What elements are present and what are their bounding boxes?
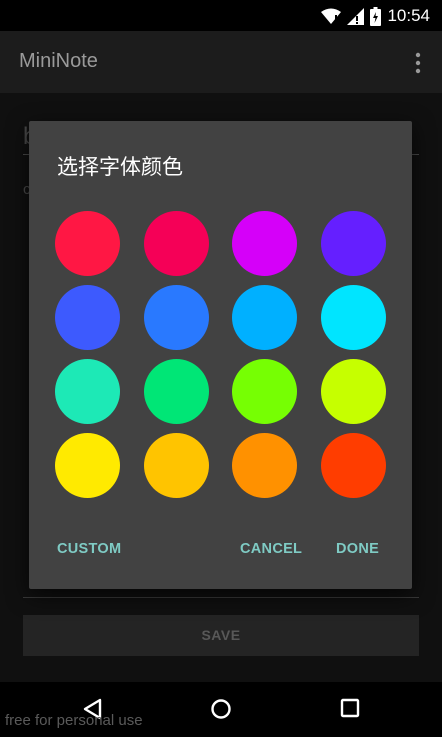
color-swatch[interactable] — [55, 433, 120, 498]
color-swatch[interactable] — [144, 211, 209, 276]
color-swatch[interactable] — [232, 433, 297, 498]
dialog-title: 选择字体颜色 — [57, 155, 183, 179]
color-swatch[interactable] — [232, 359, 297, 424]
app-title: MiniNote — [19, 50, 98, 72]
color-swatch[interactable] — [144, 359, 209, 424]
color-swatch[interactable] — [144, 433, 209, 498]
clock: 10:54 — [387, 6, 430, 25]
color-picker-dialog: 选择字体颜色 CUSTOM CANCEL DONE — [29, 121, 412, 589]
app-bar: MiniNote — [0, 31, 442, 93]
color-swatch[interactable] — [144, 285, 209, 350]
recents-icon[interactable] — [340, 698, 360, 718]
color-swatch[interactable] — [321, 359, 386, 424]
battery-icon — [370, 6, 382, 26]
save-button[interactable]: SAVE — [23, 615, 419, 656]
body-divider — [23, 597, 419, 598]
watermark: free for personal use — [5, 712, 143, 729]
custom-button[interactable]: CUSTOM — [57, 541, 121, 557]
color-swatch[interactable] — [232, 285, 297, 350]
status-icons: 10:54 — [321, 6, 430, 26]
color-swatch[interactable] — [321, 285, 386, 350]
overflow-menu-icon[interactable] — [414, 51, 422, 75]
cell-signal-icon — [347, 7, 365, 25]
color-swatch[interactable] — [321, 211, 386, 276]
home-icon[interactable] — [210, 698, 232, 720]
color-swatch[interactable] — [55, 285, 120, 350]
cancel-button[interactable]: CANCEL — [240, 541, 302, 557]
wifi-icon — [321, 8, 342, 24]
color-swatch[interactable] — [232, 211, 297, 276]
color-swatch[interactable] — [321, 433, 386, 498]
color-swatch[interactable] — [55, 211, 120, 276]
color-swatch[interactable] — [55, 359, 120, 424]
done-button[interactable]: DONE — [336, 541, 379, 557]
status-bar: 10:54 — [0, 0, 442, 31]
